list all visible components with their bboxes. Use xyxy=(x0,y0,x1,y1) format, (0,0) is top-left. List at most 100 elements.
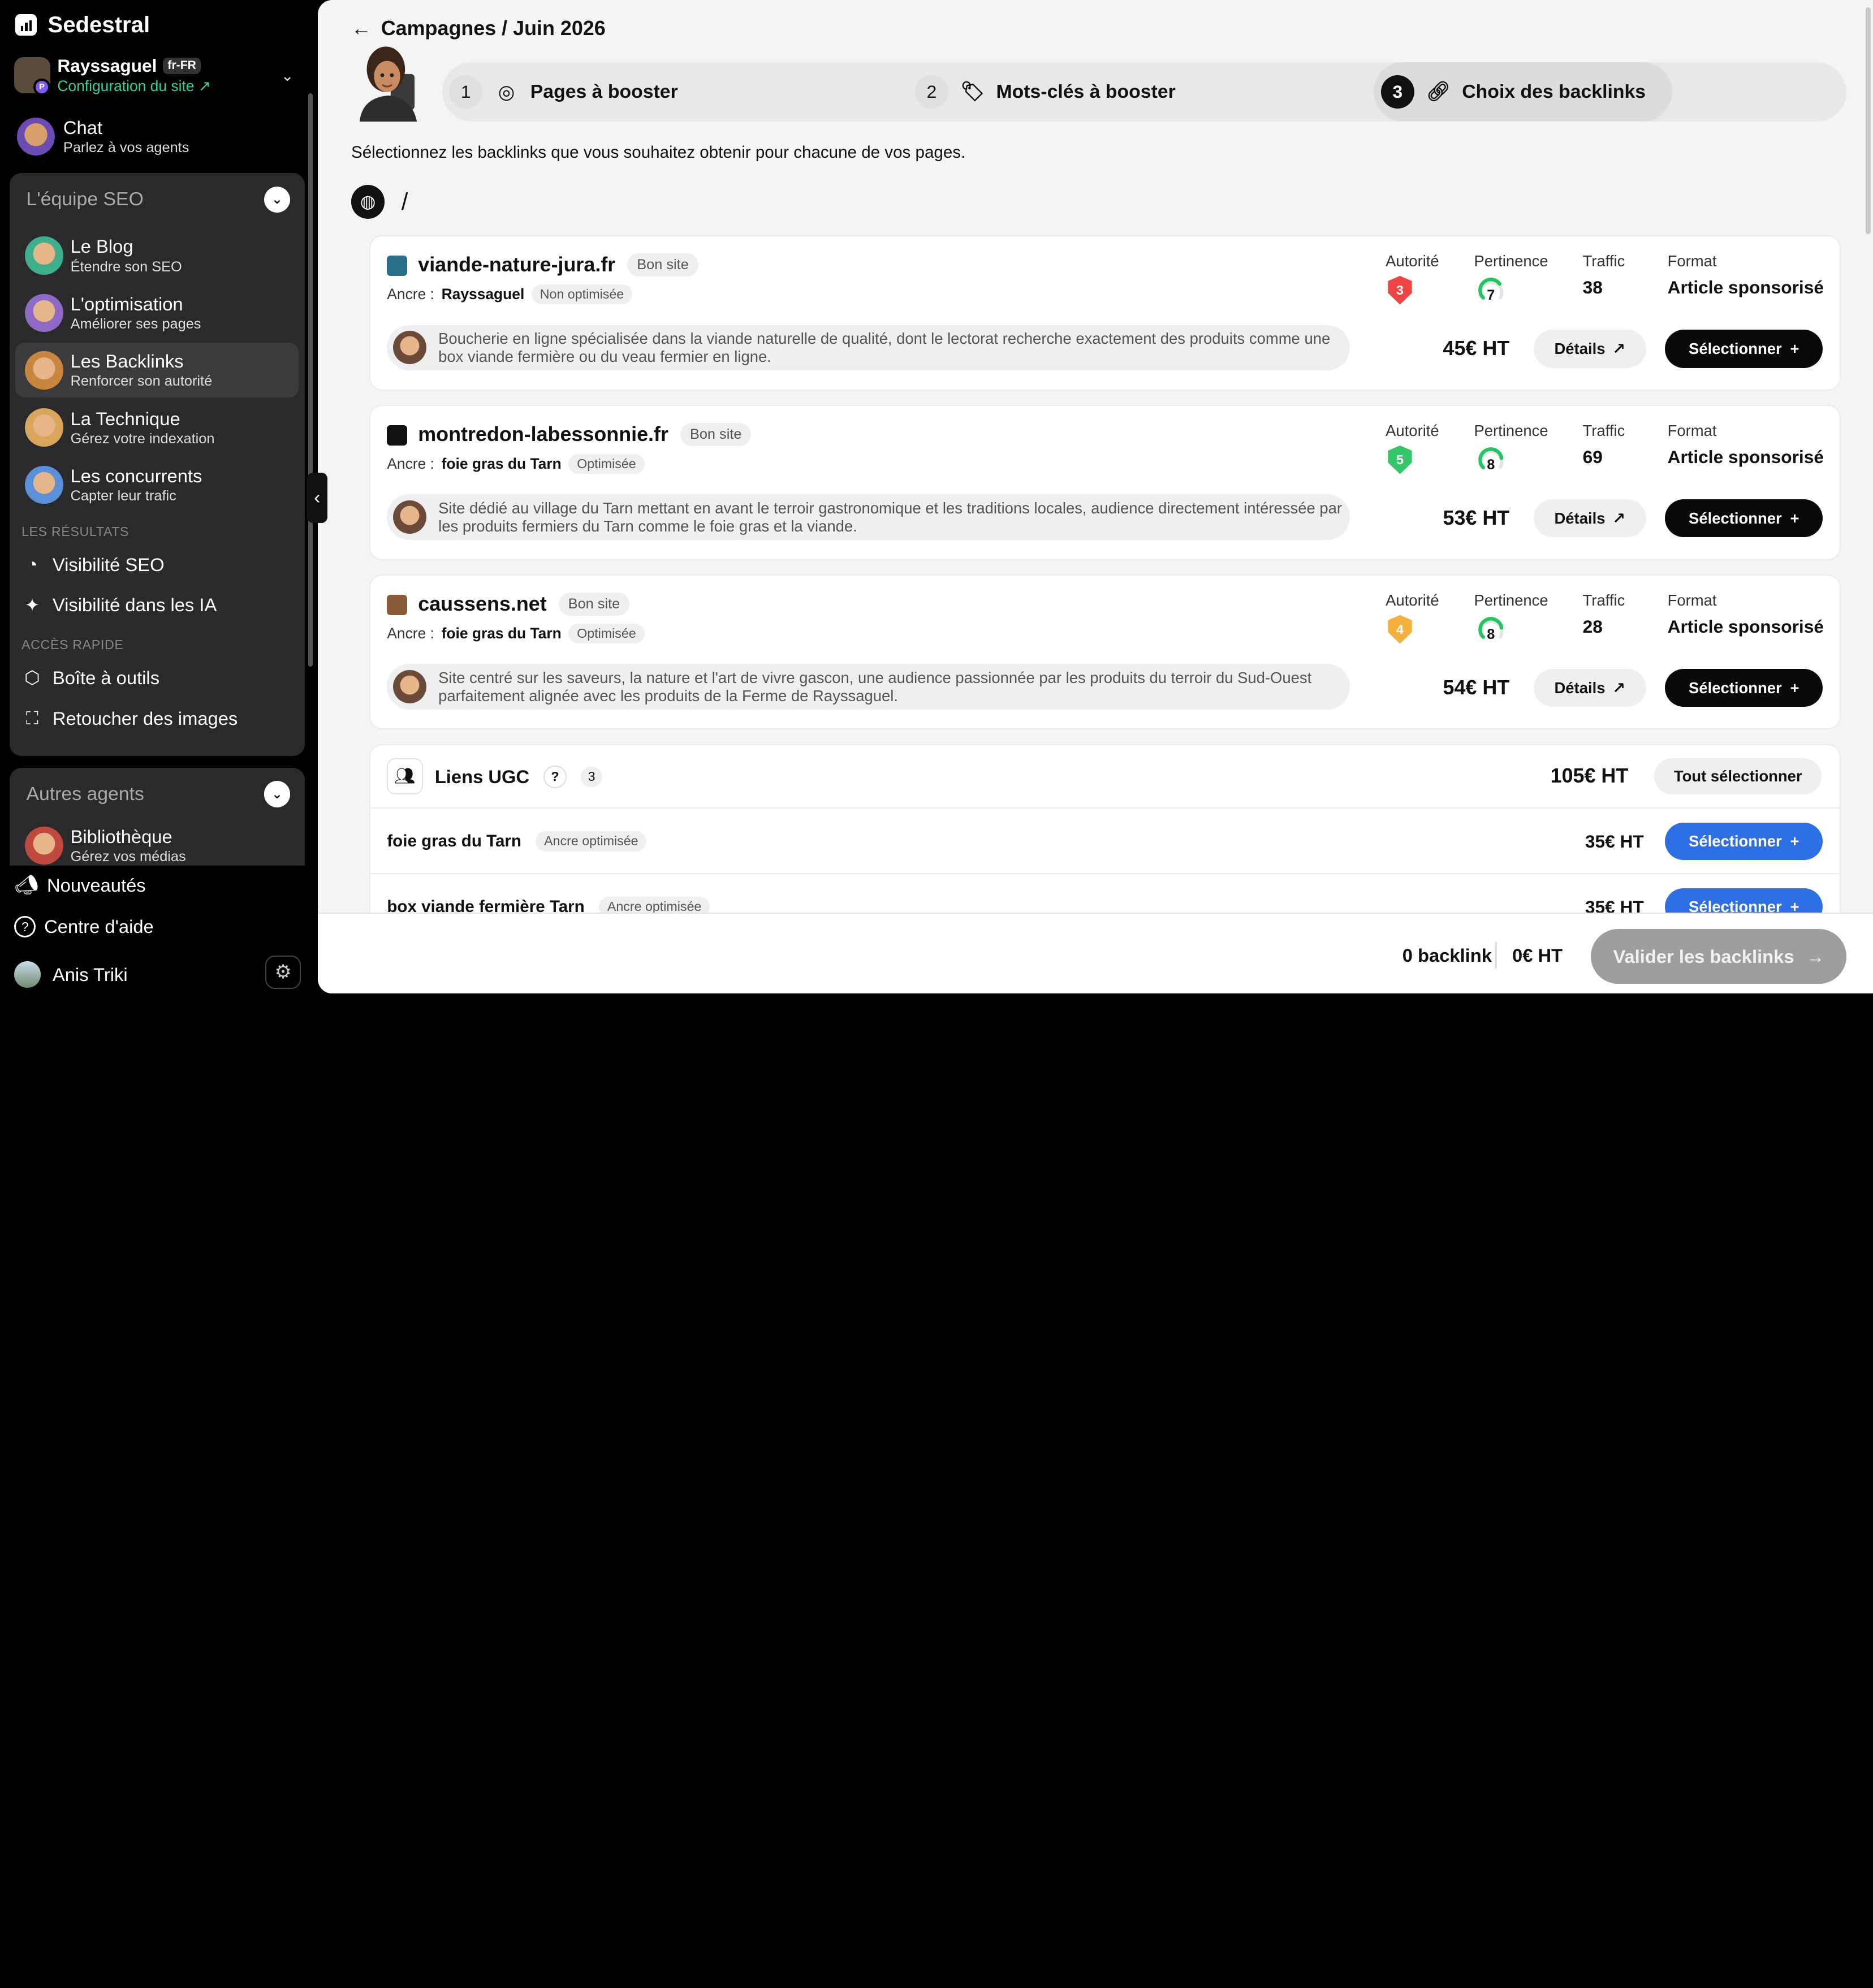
nav-label: Visibilité dans les IA xyxy=(52,594,217,616)
agent-subtitle: Gérez vos médias xyxy=(70,848,186,865)
arrow-right-icon: → xyxy=(1806,945,1825,967)
globe-icon: ◍ xyxy=(351,185,385,219)
site-price: 53€ HT xyxy=(1443,506,1510,529)
agent-avatar xyxy=(25,826,63,865)
site-lang-badge: fr-FR xyxy=(162,58,201,74)
step-keywords[interactable]: 2 🏷︎ Mots-clés à booster xyxy=(914,62,1176,122)
relevance-gauge-icon: 8 xyxy=(1478,617,1504,642)
agent-subtitle: Gérez votre indexation xyxy=(70,430,215,447)
nav-label: Boîte à outils xyxy=(52,667,160,688)
site-description: Site centré sur les saveurs, la nature e… xyxy=(387,664,1350,710)
select-all-button[interactable]: Tout sélectionner xyxy=(1654,758,1822,794)
user-avatar xyxy=(14,961,41,988)
sidebar-scrollbar[interactable] xyxy=(308,93,313,667)
ugc-price: 35€ HT xyxy=(1585,831,1644,852)
details-button[interactable]: Détails ↗ xyxy=(1534,329,1646,368)
anchor-label: Ancre : xyxy=(387,624,434,642)
anchor-text: Rayssaguel xyxy=(441,285,525,302)
seo-team-header[interactable]: L'équipe SEO ⌄ xyxy=(10,173,305,226)
description-text: Boucherie en ligne spécialisée dans la v… xyxy=(438,329,1331,365)
agent-mascot xyxy=(359,46,417,122)
help-tooltip-icon[interactable]: ? xyxy=(543,765,567,789)
agent-avatar xyxy=(392,669,427,704)
chevron-down-icon[interactable]: ⌄ xyxy=(281,67,294,85)
other-agents-header[interactable]: Autres agents ⌄ xyxy=(10,768,305,820)
user-profile[interactable]: Anis Triki xyxy=(14,961,128,988)
select-button[interactable]: Sélectionner + xyxy=(1665,668,1823,707)
traffic-label: Traffic xyxy=(1582,252,1625,270)
other-agents-panel: Autres agents ⌄ Bibliothèque Gérez vos mé… xyxy=(9,768,305,866)
relevance-label: Pertinence xyxy=(1474,591,1548,609)
agent-technique[interactable]: La Technique Gérez votre indexation xyxy=(15,400,299,455)
plus-icon: + xyxy=(1790,678,1799,697)
relevance-value: 8 xyxy=(1487,457,1495,473)
select-button[interactable]: Sélectionner + xyxy=(1665,329,1823,368)
anchor-status-badge: Optimisée xyxy=(568,453,645,474)
anchor-label: Ancre : xyxy=(387,455,434,472)
agent-title: Les concurrents xyxy=(70,465,202,486)
details-button[interactable]: Détails ↗ xyxy=(1534,668,1646,707)
footer-bar: 0 backlink 0€ HT Valider les backlinks → xyxy=(317,912,1873,994)
select-label: Sélectionner xyxy=(1689,339,1782,357)
agent-avatar xyxy=(25,408,63,447)
agent-optimisation[interactable]: L'optimisation Améliorer ses pages xyxy=(15,286,299,340)
details-label: Détails xyxy=(1554,339,1606,357)
brand[interactable]: Sedestral xyxy=(15,12,150,38)
chat-item[interactable]: Chat Parlez à vos agents xyxy=(16,117,189,156)
step-number: 1 xyxy=(449,75,483,109)
authority-shield-icon: 3 xyxy=(1388,275,1412,305)
divider xyxy=(1495,942,1497,969)
ugc-header: 👥︎ Liens UGC ? 3 105€ HT Tout sélectionn… xyxy=(370,745,1840,809)
site-switcher[interactable]: P Rayssaguel fr-FR Configuration du site … xyxy=(14,53,305,98)
sparkles-icon: ✦ xyxy=(24,594,40,615)
plus-icon: + xyxy=(1790,832,1799,850)
authority-label: Autorité xyxy=(1386,421,1439,439)
nav-centre-aide[interactable]: ? Centre d'aide xyxy=(14,916,154,938)
quality-badge: Bon site xyxy=(680,422,752,447)
agent-backlinks[interactable]: Les Backlinks Renforcer son autorité xyxy=(15,343,299,398)
relevance-value: 7 xyxy=(1487,287,1495,303)
nav-retoucher-images[interactable]: ⛶ Retoucher des images xyxy=(10,698,305,739)
site-domain[interactable]: viande-nature-jura.fr xyxy=(418,253,615,276)
site-card: viande-nature-jura.fr Bon site Ancre : Ray… xyxy=(370,236,1840,390)
breadcrumb[interactable]: ← Campagnes / Juin 2026 xyxy=(351,17,606,40)
select-button[interactable]: Sélectionner + xyxy=(1665,823,1823,860)
nav-visibilite-ia[interactable]: ✦ Visibilité dans les IA xyxy=(10,585,305,625)
main-scrollbar[interactable] xyxy=(1866,7,1871,234)
select-button[interactable]: Sélectionner + xyxy=(1665,499,1823,538)
traffic-value: 69 xyxy=(1582,446,1603,467)
ugc-title: Liens UGC xyxy=(434,766,530,787)
agent-subtitle: Capter leur trafic xyxy=(70,488,176,504)
agent-bibliotheque[interactable]: Bibliothèque Gérez vos médias xyxy=(15,818,299,866)
main-content: ← Campagnes / Juin 2026 1 ◎ Pages à boos… xyxy=(317,0,1873,994)
validate-backlinks-button[interactable]: Valider les backlinks → xyxy=(1591,929,1847,984)
pie-chart-icon: ◔ xyxy=(27,554,38,575)
back-arrow-icon[interactable]: ← xyxy=(351,17,372,40)
chevron-down-icon[interactable]: ⌄ xyxy=(264,781,291,807)
arrow-up-right-icon: ↗ xyxy=(1612,339,1626,357)
step-pages[interactable]: 1 ◎ Pages à booster xyxy=(449,62,678,122)
step-backlinks[interactable]: 3 🔗︎ Choix des backlinks xyxy=(1374,62,1672,122)
details-button[interactable]: Détails ↗ xyxy=(1534,499,1646,538)
site-domain[interactable]: caussens.net xyxy=(418,593,546,616)
site-domain[interactable]: montredon-labessonnie.fr xyxy=(418,423,668,446)
settings-gear-icon[interactable]: ⚙ xyxy=(265,955,301,989)
site-favicon-icon xyxy=(387,255,408,276)
nav-nouveautes[interactable]: 📣︎ Nouveautés xyxy=(14,874,145,896)
agent-blog[interactable]: Le Blog Étendre son SEO xyxy=(15,228,299,283)
site-config-link[interactable]: Configuration du site ↗ xyxy=(57,77,211,95)
chevron-down-icon[interactable]: ⌄ xyxy=(264,186,291,213)
format-label: Format xyxy=(1667,252,1717,270)
description-text: Site dédié au village du Tarn mettant en… xyxy=(438,499,1343,535)
site-card: montredon-labessonnie.fr Bon site Ancre :… xyxy=(370,406,1840,559)
page-path-row: ◍ / xyxy=(351,185,408,219)
agent-concurrents[interactable]: Les concurrents Capter leur trafic xyxy=(15,457,299,512)
box-icon: ⬡ xyxy=(24,667,40,688)
nav-boite-outils[interactable]: ⬡ Boîte à outils xyxy=(10,658,305,698)
site-description: Site dédié au village du Tarn mettant en… xyxy=(387,494,1350,540)
nav-visibilite-seo[interactable]: ◔ Visibilité SEO xyxy=(10,544,305,585)
traffic-label: Traffic xyxy=(1582,591,1625,609)
ugc-keyword: foie gras du Tarn xyxy=(387,831,521,850)
collapse-sidebar-button[interactable]: ‹ xyxy=(307,473,327,524)
ugc-count-badge: 3 xyxy=(580,767,603,787)
